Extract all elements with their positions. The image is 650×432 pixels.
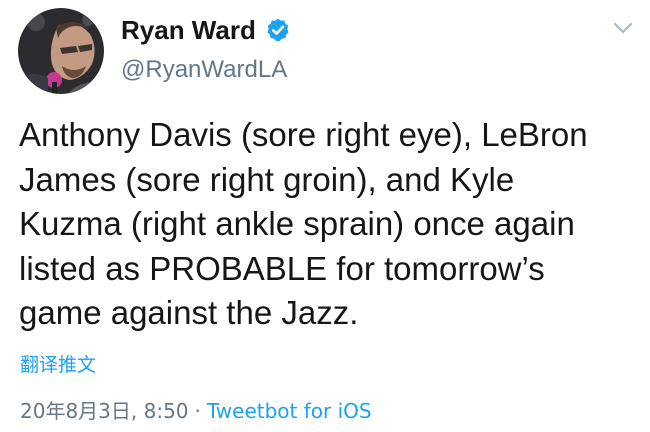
author-name-row[interactable]: Ryan Ward xyxy=(121,13,291,47)
author-handle[interactable]: @RyanWardLA xyxy=(121,55,287,85)
tweet-timestamp[interactable]: 20年8月3日, 8:50 xyxy=(20,399,189,423)
tweet-meta: 20年8月3日, 8:50 · Tweetbot for iOS xyxy=(20,397,372,425)
verified-badge-icon xyxy=(265,17,291,43)
translate-tweet-link[interactable]: 翻译推文 xyxy=(20,352,96,378)
avatar[interactable] xyxy=(18,8,104,94)
avatar-image xyxy=(18,8,104,94)
tweet-client-link[interactable]: Tweetbot for iOS xyxy=(207,399,372,423)
chevron-down-icon[interactable] xyxy=(612,20,634,36)
author-display-name[interactable]: Ryan Ward xyxy=(121,13,256,47)
tweet-text: Anthony Davis (sore right eye), LeBron J… xyxy=(19,116,588,331)
meta-separator: · xyxy=(194,399,201,423)
